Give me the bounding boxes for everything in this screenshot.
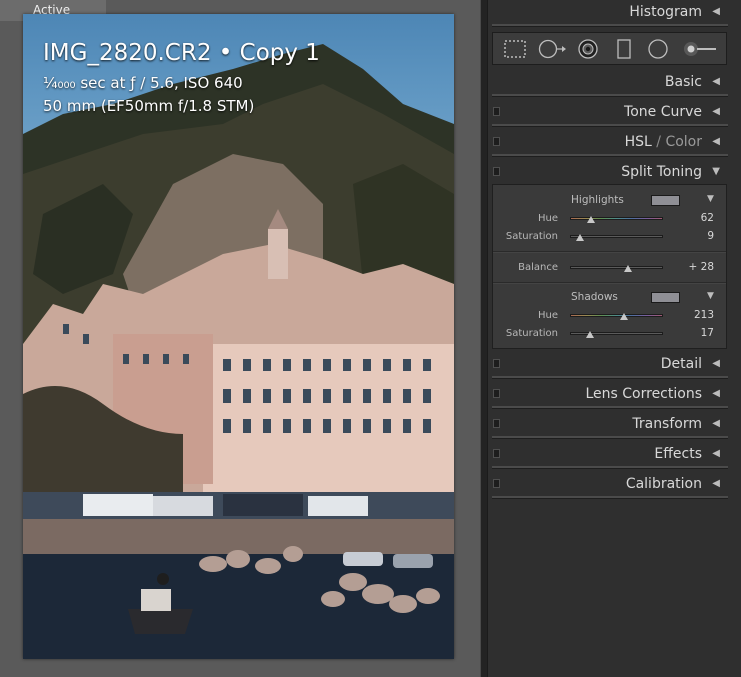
- highlights-hue-label: Hue: [537, 213, 558, 224]
- panel-switch-toggle[interactable]: [493, 389, 500, 398]
- section-divider: [492, 406, 728, 409]
- radial-filter-icon[interactable]: [647, 39, 669, 63]
- shadows-hue-value[interactable]: 213: [694, 309, 714, 321]
- balance-value[interactable]: + 28: [689, 261, 715, 273]
- red-eye-icon[interactable]: [577, 39, 599, 63]
- spot-removal-icon[interactable]: [538, 39, 568, 63]
- develop-panel: Histogram ◀ Basic ◀ Tone Curve ◀ HSL / C…: [488, 0, 741, 677]
- collapse-arrow-icon: ◀: [712, 6, 720, 17]
- panel-switch-toggle[interactable]: [493, 167, 500, 176]
- section-divider: [492, 466, 728, 469]
- panel-switch-toggle[interactable]: [493, 419, 500, 428]
- overlay-exposure: ¹⁄₄₀₀₀ sec at ƒ / 5.6, ISO 640: [43, 74, 243, 92]
- collapse-arrow-icon: ◀: [712, 136, 720, 147]
- overlay-filename: IMG_2820.CR2 • Copy 1: [43, 40, 320, 66]
- section-divider: [492, 24, 728, 27]
- graduated-filter-icon[interactable]: [616, 39, 632, 63]
- highlights-hue-slider[interactable]: [570, 217, 663, 220]
- section-basic-label: Basic: [664, 74, 702, 90]
- section-detail[interactable]: Detail ◀: [488, 352, 728, 380]
- split-toning-body: Highlights ▼ Hue 62 Saturation 9 Balance…: [492, 184, 727, 349]
- collapse-arrow-icon: ◀: [712, 358, 720, 369]
- shadows-saturation-value[interactable]: 17: [701, 327, 714, 339]
- panel-switch-toggle[interactable]: [493, 449, 500, 458]
- highlights-color-swatch[interactable]: [651, 195, 680, 206]
- highlights-hue-thumb[interactable]: [587, 216, 595, 223]
- panel-switch-toggle[interactable]: [493, 107, 500, 116]
- collapse-arrow-icon: ◀: [712, 76, 720, 87]
- panel-switch-toggle[interactable]: [493, 479, 500, 488]
- section-transform-label: Transform: [632, 416, 702, 432]
- hsl-tab[interactable]: HSL: [625, 134, 652, 150]
- balance-slider[interactable]: [570, 266, 663, 269]
- highlights-hue-value[interactable]: 62: [701, 212, 714, 224]
- balance-thumb[interactable]: [624, 265, 632, 272]
- highlights-title: Highlights: [571, 194, 624, 206]
- collapse-arrow-icon: ◀: [712, 418, 720, 429]
- shadows-saturation-label: Saturation: [505, 328, 558, 339]
- collapse-arrow-icon: ◀: [712, 388, 720, 399]
- shadows-title: Shadows: [571, 291, 618, 303]
- section-basic[interactable]: Basic ◀: [488, 70, 728, 98]
- photo-preview[interactable]: IMG_2820.CR2 • Copy 1 ¹⁄₄₀₀₀ sec at ƒ / …: [23, 14, 454, 659]
- section-hsl-color-label: HSL / Color: [625, 130, 702, 154]
- shadows-color-swatch[interactable]: [651, 292, 680, 303]
- section-divider: [492, 436, 728, 439]
- shadows-hue-thumb[interactable]: [620, 313, 628, 320]
- tool-strip: [492, 32, 727, 65]
- adjustment-brush-icon[interactable]: [682, 39, 718, 63]
- highlights-picker-arrow-icon[interactable]: ▼: [707, 194, 714, 204]
- section-calibration[interactable]: Calibration ◀: [488, 472, 728, 500]
- section-histogram[interactable]: Histogram ◀: [488, 0, 728, 28]
- shadows-hue-slider[interactable]: [570, 314, 663, 317]
- hsl-separator: /: [651, 134, 666, 150]
- section-divider: [492, 154, 728, 157]
- section-lens-corrections[interactable]: Lens Corrections ◀: [488, 382, 728, 410]
- expand-arrow-icon: ▼: [712, 166, 720, 177]
- shadows-saturation-slider[interactable]: [570, 332, 663, 335]
- balance-label: Balance: [518, 262, 558, 273]
- section-divider: [492, 94, 728, 97]
- section-tone-curve[interactable]: Tone Curve ◀: [488, 100, 728, 128]
- panel-divider[interactable]: [480, 0, 488, 677]
- shadows-picker-arrow-icon[interactable]: ▼: [707, 291, 714, 301]
- section-effects[interactable]: Effects ◀: [488, 442, 728, 470]
- split-toning-separator: [493, 282, 726, 284]
- image-preview-area: Active IMG_2820.CR2 • Copy 1 ¹⁄₄₀₀₀ sec …: [0, 0, 480, 677]
- overlay-lens: 50 mm (EF50mm f/1.8 STM): [43, 97, 255, 115]
- section-lens-corrections-label: Lens Corrections: [585, 386, 702, 402]
- section-hsl-color[interactable]: HSL / Color ◀: [488, 130, 728, 158]
- split-toning-separator: [493, 251, 726, 253]
- collapse-arrow-icon: ◀: [712, 448, 720, 459]
- section-split-toning-label: Split Toning: [621, 164, 702, 180]
- highlights-saturation-value[interactable]: 9: [707, 230, 714, 242]
- crop-overlay-icon[interactable]: [503, 39, 527, 63]
- color-tab[interactable]: Color: [665, 134, 702, 150]
- shadows-hue-label: Hue: [537, 310, 558, 321]
- section-tone-curve-label: Tone Curve: [624, 104, 702, 120]
- shadows-saturation-thumb[interactable]: [586, 331, 594, 338]
- section-detail-label: Detail: [660, 356, 702, 372]
- section-calibration-label: Calibration: [625, 476, 702, 492]
- panel-switch-toggle[interactable]: [493, 359, 500, 368]
- panel-switch-toggle[interactable]: [493, 137, 500, 146]
- section-divider: [492, 496, 728, 499]
- collapse-arrow-icon: ◀: [712, 106, 720, 117]
- highlights-saturation-label: Saturation: [505, 231, 558, 242]
- highlights-saturation-thumb[interactable]: [576, 234, 584, 241]
- section-divider: [492, 124, 728, 127]
- section-histogram-label: Histogram: [629, 4, 702, 20]
- section-effects-label: Effects: [654, 446, 702, 462]
- section-transform[interactable]: Transform ◀: [488, 412, 728, 440]
- section-divider: [492, 376, 728, 379]
- collapse-arrow-icon: ◀: [712, 478, 720, 489]
